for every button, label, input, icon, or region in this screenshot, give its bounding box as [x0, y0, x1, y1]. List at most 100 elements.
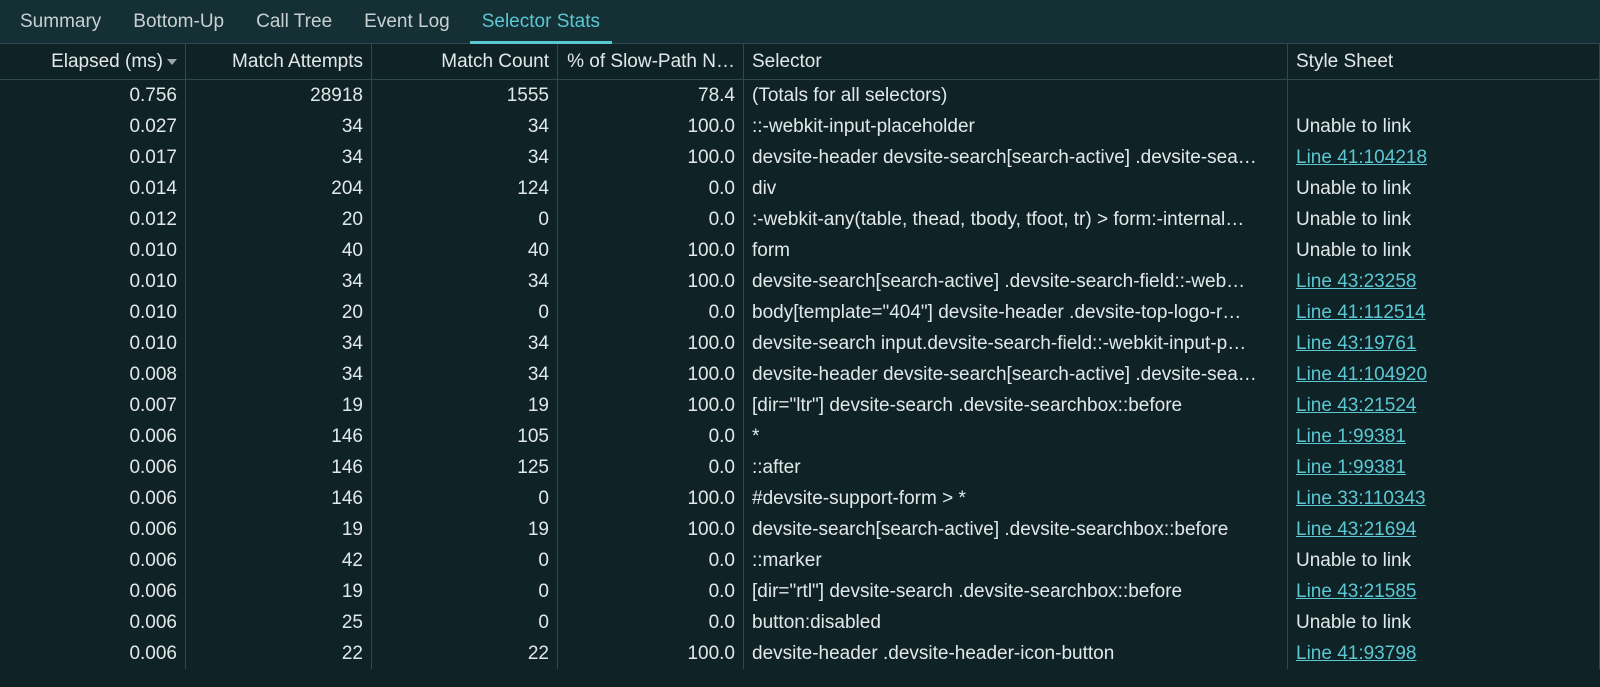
attempts-value: 146 [331, 426, 363, 447]
tab-label: Bottom-Up [133, 11, 224, 32]
table-cell: 0.008 [0, 359, 186, 390]
table-cell: 0.017 [0, 142, 186, 173]
elapsed-value: 0.012 [129, 209, 177, 230]
table-cell: 0.007 [0, 390, 186, 421]
count-value: 34 [528, 364, 549, 385]
selector-value: ::-webkit-input-placeholder [752, 116, 975, 137]
table-cell: 100.0 [558, 328, 744, 359]
table-cell: 0.0 [558, 576, 744, 607]
column-header[interactable]: Selector [744, 44, 1288, 80]
selector-value: :-webkit-any(table, thead, tbody, tfoot,… [752, 209, 1244, 230]
table-cell: ::after [744, 452, 1288, 483]
selector-value: (Totals for all selectors) [752, 85, 947, 106]
selector-value: div [752, 178, 776, 199]
column-header[interactable]: Style Sheet [1288, 44, 1600, 80]
count-value: 124 [517, 178, 549, 199]
attempts-value: 19 [342, 519, 363, 540]
tab-label: Call Tree [256, 11, 332, 32]
table-cell: Line 33:110343 [1288, 483, 1600, 514]
tab-selector-stats[interactable]: Selector Stats [466, 0, 616, 44]
table-cell: 0.027 [0, 111, 186, 142]
panel-tab-bar: Summary Bottom-Up Call Tree Event Log Select… [0, 0, 1600, 44]
tab-event-log[interactable]: Event Log [348, 0, 466, 44]
table-cell: 34 [186, 111, 372, 142]
table-cell: 0 [372, 483, 558, 514]
stylesheet-link[interactable]: Line 41:104218 [1296, 147, 1427, 168]
stylesheet-link[interactable]: Line 41:112514 [1296, 302, 1426, 323]
selector-value: * [752, 426, 759, 447]
table-cell: ::-webkit-input-placeholder [744, 111, 1288, 142]
stylesheet-link[interactable]: Line 41:104920 [1296, 364, 1427, 385]
elapsed-value: 0.027 [129, 116, 177, 137]
table-cell: 105 [372, 421, 558, 452]
count-value: 19 [528, 519, 549, 540]
selector-value: body[template="404"] devsite-header .dev… [752, 302, 1241, 323]
stylesheet-link[interactable]: Line 1:99381 [1296, 426, 1406, 447]
stylesheet-link[interactable]: Line 1:99381 [1296, 457, 1406, 478]
table-cell: 42 [186, 545, 372, 576]
table-cell: 25 [186, 607, 372, 638]
table-cell: 40 [372, 235, 558, 266]
table-cell: 34 [186, 359, 372, 390]
table-cell: 100.0 [558, 483, 744, 514]
pct-value: 100.0 [687, 271, 735, 292]
stylesheet-text: Unable to link [1296, 550, 1411, 571]
attempts-value: 34 [342, 333, 363, 354]
table-cell: form [744, 235, 1288, 266]
table-cell: 0.012 [0, 204, 186, 235]
table-cell: 20 [186, 297, 372, 328]
selector-value: devsite-search[search-active] .devsite-s… [752, 519, 1228, 540]
elapsed-value: 0.006 [129, 612, 177, 633]
column-header[interactable]: Match Count [372, 44, 558, 80]
table-cell: 34 [372, 359, 558, 390]
tab-label: Event Log [364, 11, 450, 32]
tab-call-tree[interactable]: Call Tree [240, 0, 348, 44]
attempts-value: 25 [342, 612, 363, 633]
table-cell: Line 41:104920 [1288, 359, 1600, 390]
attempts-value: 19 [342, 581, 363, 602]
table-cell: 204 [186, 173, 372, 204]
pct-value: 0.0 [709, 612, 735, 633]
table-cell: Unable to link [1288, 111, 1600, 142]
table-cell: ::marker [744, 545, 1288, 576]
table-cell: Unable to link [1288, 235, 1600, 266]
table-cell: 0 [372, 576, 558, 607]
table-cell: Line 41:93798 [1288, 638, 1600, 669]
column-header-label: Selector [752, 51, 822, 72]
column-header-label: Elapsed (ms) [51, 51, 163, 72]
count-value: 40 [528, 240, 549, 261]
tab-summary[interactable]: Summary [4, 0, 117, 44]
stylesheet-link[interactable]: Line 43:23258 [1296, 271, 1416, 292]
table-cell: devsite-header devsite-search[search-act… [744, 359, 1288, 390]
selector-stats-table: Elapsed (ms) Match AttemptsMatch Count% o… [0, 44, 1600, 669]
stylesheet-link[interactable]: Line 43:19761 [1296, 333, 1416, 354]
pct-value: 0.0 [709, 302, 735, 323]
column-header[interactable]: % of Slow-Path N… [558, 44, 744, 80]
table-cell: 28918 [186, 80, 372, 111]
count-value: 105 [517, 426, 549, 447]
attempts-value: 146 [331, 488, 363, 509]
table-cell: 19 [186, 576, 372, 607]
pct-value: 100.0 [687, 333, 735, 354]
stylesheet-link[interactable]: Line 33:110343 [1296, 488, 1426, 509]
stylesheet-link[interactable]: Line 43:21585 [1296, 581, 1416, 602]
elapsed-value: 0.006 [129, 426, 177, 447]
table-cell: 0.0 [558, 545, 744, 576]
stylesheet-link[interactable]: Line 43:21694 [1296, 519, 1416, 540]
column-header[interactable]: Match Attempts [186, 44, 372, 80]
table-cell: div [744, 173, 1288, 204]
stylesheet-link[interactable]: Line 41:93798 [1296, 643, 1416, 664]
table-cell: 100.0 [558, 142, 744, 173]
table-cell: Line 43:19761 [1288, 328, 1600, 359]
elapsed-value: 0.006 [129, 581, 177, 602]
table-cell: 22 [372, 638, 558, 669]
table-cell: 0.006 [0, 421, 186, 452]
table-cell: (Totals for all selectors) [744, 80, 1288, 111]
count-value: 0 [538, 550, 549, 571]
table-cell: 0.010 [0, 266, 186, 297]
column-header[interactable]: Elapsed (ms) [0, 44, 186, 80]
tab-bottom-up[interactable]: Bottom-Up [117, 0, 240, 44]
elapsed-value: 0.010 [129, 333, 177, 354]
stylesheet-link[interactable]: Line 43:21524 [1296, 395, 1416, 416]
column-header-label: Style Sheet [1296, 51, 1393, 72]
